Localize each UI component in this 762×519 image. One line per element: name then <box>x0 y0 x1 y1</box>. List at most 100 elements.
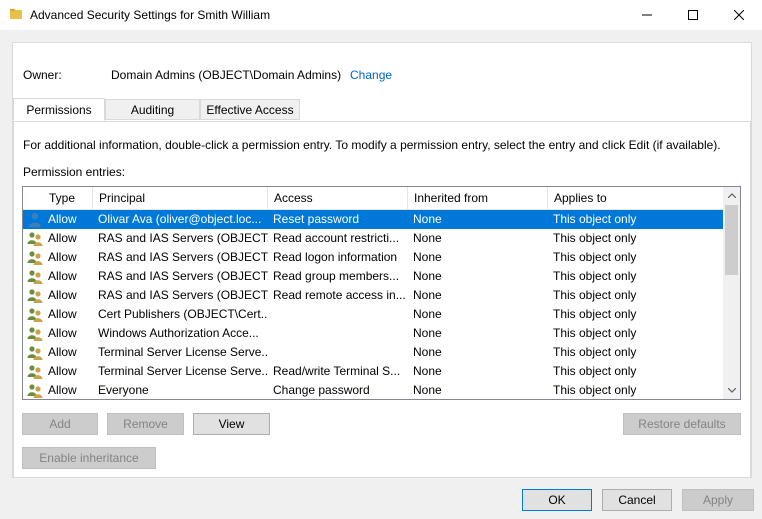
scroll-down-button[interactable] <box>723 382 740 399</box>
cell-applies: This object only <box>553 307 637 321</box>
table-row[interactable]: Allow RAS and IAS Servers (OBJECT... Read … <box>23 267 725 286</box>
minimize-button[interactable] <box>624 0 670 30</box>
cell-principal: RAS and IAS Servers (OBJECT... <box>98 250 268 264</box>
column-header-applies-to[interactable]: Applies to <box>548 187 724 209</box>
cell-inherited: None <box>413 345 442 359</box>
cell-applies: This object only <box>553 250 637 264</box>
vertical-scrollbar[interactable] <box>723 187 740 399</box>
cell-type: Allow <box>48 364 77 378</box>
table-row[interactable]: Allow Cert Publishers (OBJECT\Cert... None… <box>23 305 725 324</box>
table-row[interactable]: Allow Olivar Ava (oliver@object.loc... Res… <box>23 210 725 229</box>
cancel-button[interactable]: Cancel <box>602 489 672 511</box>
cell-principal: Windows Authorization Acce... <box>98 326 259 340</box>
cell-inherited: None <box>413 212 442 226</box>
cell-principal: Everyone <box>98 383 149 397</box>
remove-button[interactable]: Remove <box>107 413 184 435</box>
cell-applies: This object only <box>553 231 637 245</box>
scroll-thumb[interactable] <box>725 205 738 275</box>
cell-inherited: None <box>413 383 442 397</box>
group-icon <box>27 365 43 379</box>
column-header-access[interactable]: Access <box>268 187 408 209</box>
cell-access: Read group members... <box>273 269 400 283</box>
group-icon <box>27 327 43 341</box>
cell-principal: Cert Publishers (OBJECT\Cert... <box>98 307 268 321</box>
group-icon <box>27 289 43 303</box>
table-row[interactable]: Allow Terminal Server License Serve... Non… <box>23 343 725 362</box>
chevron-down-icon <box>727 388 736 393</box>
chevron-up-icon <box>727 193 736 198</box>
cell-type: Allow <box>48 269 77 283</box>
enable-inheritance-button[interactable]: Enable inheritance <box>22 447 156 469</box>
column-header-type[interactable]: Type <box>43 187 93 209</box>
maximize-button[interactable] <box>670 0 716 30</box>
group-icon <box>27 251 43 265</box>
cell-applies: This object only <box>553 364 637 378</box>
cell-type: Allow <box>48 250 77 264</box>
cell-access: Read remote access in... <box>273 288 406 302</box>
table-row[interactable]: Allow Windows Authorization Acce... None Th… <box>23 324 725 343</box>
cell-type: Allow <box>48 345 77 359</box>
folder-icon <box>10 9 22 19</box>
column-header-inherited-from[interactable]: Inherited from <box>408 187 548 209</box>
title-bar: Advanced Security Settings for Smith Wil… <box>0 0 762 30</box>
permission-entries-label: Permission entries: <box>23 165 126 179</box>
close-icon <box>734 10 744 20</box>
cell-inherited: None <box>413 307 442 321</box>
cell-principal: RAS and IAS Servers (OBJECT... <box>98 231 268 245</box>
cell-inherited: None <box>413 288 442 302</box>
scroll-up-button[interactable] <box>723 187 740 204</box>
change-owner-link[interactable]: Change <box>350 68 392 82</box>
cell-type: Allow <box>48 288 77 302</box>
cell-inherited: None <box>413 326 442 340</box>
maximize-icon <box>688 10 698 20</box>
cell-access <box>268 324 408 343</box>
cell-inherited: None <box>413 364 442 378</box>
minimize-icon <box>642 14 652 16</box>
group-icon <box>27 384 43 398</box>
cell-type: Allow <box>48 307 77 321</box>
list-header: Type Principal Access Inherited from App… <box>23 187 723 210</box>
window-title: Advanced Security Settings for Smith Wil… <box>30 8 271 22</box>
cell-type: Allow <box>48 212 77 226</box>
ok-button[interactable]: OK <box>522 489 592 511</box>
restore-defaults-button[interactable]: Restore defaults <box>623 413 741 435</box>
group-icon <box>27 308 43 322</box>
cell-applies: This object only <box>553 269 637 283</box>
single-user-icon <box>29 212 41 227</box>
cell-type: Allow <box>48 383 77 397</box>
group-icon <box>27 346 43 360</box>
add-button[interactable]: Add <box>22 413 98 435</box>
cell-access: Reset password <box>273 212 360 226</box>
permission-entries-list[interactable]: Type Principal Access Inherited from App… <box>22 186 741 400</box>
table-row[interactable]: Allow Everyone Change password None This obj… <box>23 381 725 399</box>
table-row[interactable]: Allow Terminal Server License Serve... Rea… <box>23 362 725 381</box>
cell-inherited: None <box>413 250 442 264</box>
cell-principal: Terminal Server License Serve... <box>98 364 268 378</box>
cell-applies: This object only <box>553 383 637 397</box>
cell-type: Allow <box>48 231 77 245</box>
cell-access <box>268 343 408 362</box>
tab-permissions[interactable]: Permissions <box>13 98 105 121</box>
cell-principal: Terminal Server License Serve... <box>98 345 268 359</box>
tab-auditing[interactable]: Auditing <box>105 99 200 120</box>
owner-label: Owner: <box>23 68 62 82</box>
cell-access: Read/write Terminal S... <box>273 364 401 378</box>
cell-applies: This object only <box>553 345 637 359</box>
cell-applies: This object only <box>553 212 637 226</box>
cell-type: Allow <box>48 326 77 340</box>
table-row[interactable]: Allow RAS and IAS Servers (OBJECT... Read … <box>23 248 725 267</box>
table-row[interactable]: Allow RAS and IAS Servers (OBJECT... Read … <box>23 229 725 248</box>
cell-access: Read logon information <box>273 250 398 264</box>
cell-principal: RAS and IAS Servers (OBJECT... <box>98 288 268 302</box>
cell-applies: This object only <box>553 288 637 302</box>
column-header-principal[interactable]: Principal <box>93 187 268 209</box>
view-button[interactable]: View <box>193 413 270 435</box>
info-text: For additional information, double-click… <box>23 138 721 152</box>
cell-inherited: None <box>413 231 442 245</box>
cell-access: Change password <box>273 383 370 397</box>
close-button[interactable] <box>716 0 762 30</box>
table-row[interactable]: Allow RAS and IAS Servers (OBJECT... Read … <box>23 286 725 305</box>
apply-button[interactable]: Apply <box>682 489 754 511</box>
tab-effective-access[interactable]: Effective Access <box>200 99 300 120</box>
cell-access: Read account restricti... <box>273 231 400 245</box>
